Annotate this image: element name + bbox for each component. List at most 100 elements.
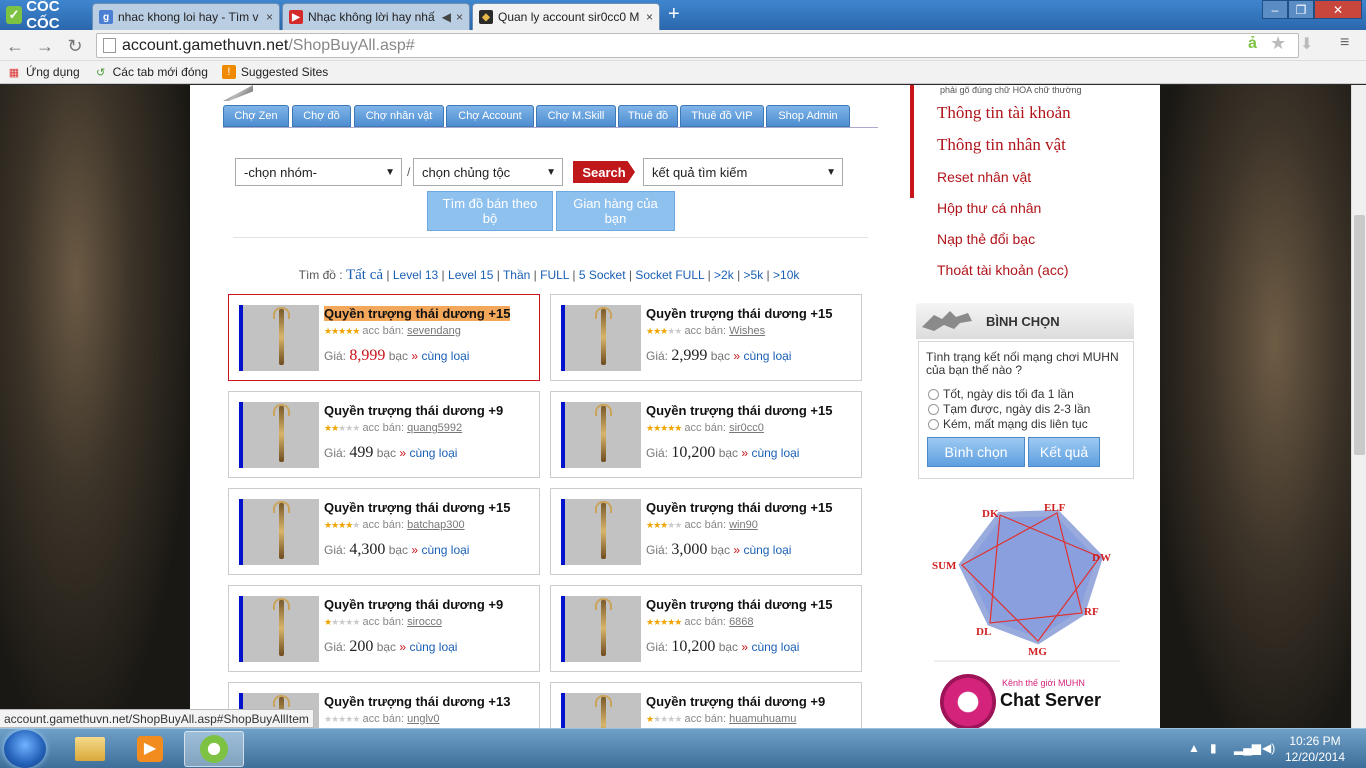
- result-select[interactable]: kết quả tìm kiếm ▼: [643, 158, 843, 186]
- volume-icon[interactable]: ◀): [1262, 741, 1275, 755]
- link-topup[interactable]: Nạp thẻ đổi bạc: [937, 231, 1035, 247]
- seller-link[interactable]: quang5992: [407, 422, 462, 434]
- seller-link[interactable]: sirocco: [407, 616, 442, 628]
- tab-cho-mskill[interactable]: Chợ M.Skill: [536, 105, 616, 127]
- back-arrow-icon[interactable]: ←: [4, 35, 26, 57]
- seller-link[interactable]: sir0cc0: [729, 422, 764, 434]
- coccoc-taskbar-button[interactable]: [184, 731, 244, 767]
- seller-link[interactable]: unglv0: [407, 713, 439, 725]
- filter-socket-full[interactable]: Socket FULL: [635, 268, 704, 282]
- item-image[interactable]: [243, 499, 319, 565]
- item-card[interactable]: Quyền trượng thái dương +9 ★★★★★ acc bán:…: [550, 682, 862, 728]
- same-type-link[interactable]: cùng loại: [421, 543, 469, 557]
- same-type-link[interactable]: cùng loại: [409, 640, 457, 654]
- item-image[interactable]: [243, 402, 319, 468]
- start-button[interactable]: [4, 730, 46, 768]
- search-button[interactable]: Search: [573, 161, 635, 183]
- explorer-taskbar-button[interactable]: [62, 731, 118, 767]
- same-type-link[interactable]: cùng loại: [751, 446, 799, 460]
- item-name[interactable]: Quyền trượng thái dương +9: [324, 597, 503, 612]
- same-type-link[interactable]: cùng loại: [409, 446, 457, 460]
- tab-youtube[interactable]: ▶ Nhạc không lời hay nhấ ◀ ×: [282, 3, 470, 30]
- vote-button[interactable]: Bình chọn: [927, 437, 1025, 467]
- item-card[interactable]: Quyền trượng thái dương +15 ★★★★★ acc bán…: [550, 391, 862, 478]
- tab-cho-zen[interactable]: Chợ Zen: [223, 105, 289, 127]
- network-icon[interactable]: ▂▄▆: [1234, 741, 1261, 755]
- item-name[interactable]: Quyền trượng thái dương +9: [646, 694, 825, 709]
- item-name[interactable]: Quyền trượng thái dương +15: [646, 500, 832, 515]
- seller-link[interactable]: 6868: [729, 616, 753, 628]
- same-type-link[interactable]: cùng loại: [743, 349, 791, 363]
- item-name[interactable]: Quyền trượng thái dương +15: [646, 403, 832, 418]
- filter-5k[interactable]: >5k: [744, 268, 764, 282]
- minimize-button[interactable]: –: [1262, 0, 1288, 19]
- item-card[interactable]: Quyền trượng thái dương +9 ★★★★★ acc bán:…: [228, 391, 540, 478]
- bookmark-apps[interactable]: ▦ Ứng dụng: [7, 65, 80, 79]
- filter-full[interactable]: FULL: [540, 268, 569, 282]
- media-player-taskbar-button[interactable]: ▶: [122, 731, 178, 767]
- radio-button[interactable]: [928, 388, 939, 400]
- item-card[interactable]: Quyền trượng thái dương +15 ★★★★★ acc bán…: [550, 585, 862, 672]
- scrollbar-thumb[interactable]: [1354, 215, 1365, 455]
- tab-cho-account[interactable]: Chợ Account: [446, 105, 534, 127]
- filter-than[interactable]: Thần: [503, 268, 530, 282]
- item-name[interactable]: Quyền trượng thái dương +9: [324, 403, 503, 418]
- item-image[interactable]: [565, 499, 641, 565]
- filter-5-socket[interactable]: 5 Socket: [579, 268, 626, 282]
- seller-link[interactable]: win90: [729, 519, 758, 531]
- filter-all[interactable]: Tất cả: [346, 267, 383, 283]
- tab-google-search[interactable]: g nhac khong loi hay - Tìm v ×: [92, 3, 280, 30]
- close-icon[interactable]: ×: [646, 10, 653, 24]
- item-image[interactable]: [565, 305, 641, 371]
- tab-thue-do-vip[interactable]: Thuê đồ VIP: [680, 105, 764, 127]
- coccoc-logo[interactable]: ✓ CỐC CỐC: [0, 0, 90, 32]
- reload-icon[interactable]: ↻: [64, 35, 86, 57]
- item-image[interactable]: [565, 596, 641, 662]
- vertical-scrollbar[interactable]: [1351, 85, 1366, 728]
- tray-arrow-icon[interactable]: ▲: [1188, 741, 1200, 755]
- item-name[interactable]: Quyền trượng thái dương +13: [324, 694, 510, 709]
- menu-icon[interactable]: ≡: [1340, 34, 1349, 52]
- power-icon[interactable]: ▮: [1210, 741, 1217, 755]
- radio-button[interactable]: [928, 403, 939, 415]
- link-reset-character[interactable]: Reset nhân vật: [937, 169, 1031, 185]
- filter-10k[interactable]: >10k: [773, 268, 799, 282]
- item-image[interactable]: [243, 305, 319, 371]
- filter-2k[interactable]: >2k: [714, 268, 734, 282]
- link-character-info[interactable]: Thông tin nhân vật: [937, 135, 1066, 155]
- item-card[interactable]: Quyền trượng thái dương +15 ★★★★★ acc bán…: [550, 488, 862, 575]
- chat-server-banner[interactable]: Kênh thế giới MUHN Chat Server: [934, 660, 1120, 728]
- same-type-link[interactable]: cùng loại: [751, 640, 799, 654]
- radio-button[interactable]: [928, 418, 939, 430]
- download-icon[interactable]: ⬇: [1300, 34, 1313, 54]
- tab-account[interactable]: ◆ Quan ly account sir0cc0 M ×: [472, 3, 660, 30]
- tab-shop-admin[interactable]: Shop Admin: [766, 105, 850, 127]
- close-icon[interactable]: ×: [266, 10, 273, 24]
- coccoc-dictionary-icon[interactable]: ả: [1248, 35, 1257, 53]
- filter-level-15[interactable]: Level 15: [448, 268, 493, 282]
- maximize-button[interactable]: ❐: [1288, 0, 1314, 19]
- item-image[interactable]: [243, 596, 319, 662]
- tab-cho-do[interactable]: Chợ đồ: [292, 105, 351, 127]
- seller-link[interactable]: sevendang: [407, 325, 461, 337]
- bookmark-recent-tabs[interactable]: ↺ Các tab mới đóng: [94, 65, 208, 79]
- new-tab-button[interactable]: +: [668, 4, 680, 24]
- item-name[interactable]: Quyền trượng thái dương +15: [646, 306, 832, 321]
- poll-option-good[interactable]: Tốt, ngày dis tối đa 1 lần: [928, 387, 1074, 401]
- link-inbox[interactable]: Hộp thư cá nhân: [937, 200, 1041, 216]
- item-card[interactable]: Quyền trượng thái dương +9 ★★★★★ acc bán:…: [228, 585, 540, 672]
- seller-link[interactable]: Wishes: [729, 325, 765, 337]
- item-name[interactable]: Quyền trượng thái dương +15: [324, 500, 510, 515]
- tab-thue-do[interactable]: Thuê đồ: [618, 105, 678, 127]
- seller-link[interactable]: batchap300: [407, 519, 465, 531]
- link-account-info[interactable]: Thông tin tài khoản: [937, 103, 1071, 123]
- close-window-button[interactable]: ✕: [1314, 0, 1362, 19]
- close-icon[interactable]: ×: [456, 10, 463, 24]
- poll-result-button[interactable]: Kết quả: [1028, 437, 1100, 467]
- tab-cho-nhan-vat[interactable]: Chợ nhân vật: [354, 105, 444, 127]
- find-set-button[interactable]: Tìm đồ bán theo bộ: [427, 191, 553, 231]
- poll-option-bad[interactable]: Kém, mất mạng dis liên tục: [928, 417, 1088, 431]
- link-logout[interactable]: Thoát tài khoản (acc): [937, 262, 1069, 278]
- item-card[interactable]: Quyền trượng thái dương +15 ★★★★★ acc bán…: [228, 488, 540, 575]
- item-name[interactable]: Quyền trượng thái dương +15: [646, 597, 832, 612]
